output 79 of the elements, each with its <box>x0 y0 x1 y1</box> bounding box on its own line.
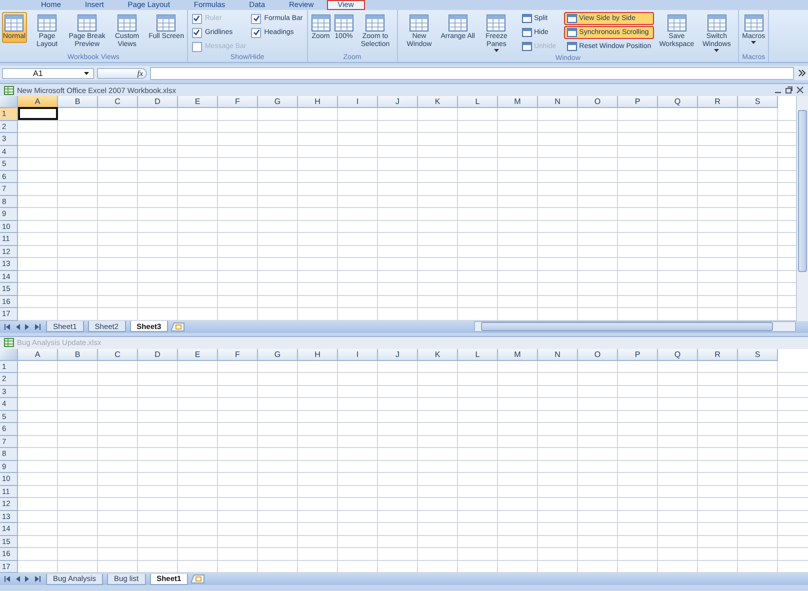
column-header[interactable]: B <box>58 348 98 360</box>
window-icon <box>522 42 532 51</box>
column-header[interactable]: H <box>298 96 338 108</box>
window-icon <box>522 14 532 23</box>
column-header[interactable]: J <box>378 96 418 108</box>
column-header[interactable]: O <box>578 96 618 108</box>
grid-icon <box>486 14 506 32</box>
column-header[interactable]: K <box>418 96 458 108</box>
checkbox[interactable] <box>251 28 262 38</box>
grid-icon <box>117 14 138 32</box>
grid-icon <box>156 14 176 32</box>
grid-icon <box>706 14 727 32</box>
column-header[interactable]: C <box>98 348 138 360</box>
grid-icon <box>365 14 386 32</box>
horizontal-scrollbar[interactable] <box>474 321 796 332</box>
column-header[interactable]: A <box>18 96 58 108</box>
vertical-scrollbar[interactable] <box>796 96 808 320</box>
column-header[interactable]: L <box>458 96 498 108</box>
spreadsheet-icon <box>4 86 14 94</box>
column-header[interactable]: C <box>98 96 138 108</box>
window-icon <box>567 28 578 37</box>
column-header[interactable]: D <box>138 96 178 108</box>
grid-icon <box>310 14 331 32</box>
grid-icon <box>409 14 430 32</box>
formula-input[interactable] <box>150 66 794 80</box>
window-icon <box>567 14 578 23</box>
column-header[interactable]: S <box>738 96 778 108</box>
window-icon <box>522 28 532 37</box>
column-header[interactable]: A <box>18 348 58 360</box>
insert-sheet-icon[interactable] <box>171 322 186 332</box>
column-header[interactable]: M <box>498 96 538 108</box>
column-header[interactable]: I <box>338 96 378 108</box>
name-box[interactable]: A1 <box>2 68 94 78</box>
sheet-nav-icon[interactable] <box>33 575 42 583</box>
column-header[interactable]: O <box>578 348 618 360</box>
column-header[interactable]: P <box>618 348 658 360</box>
column-header[interactable]: R <box>698 96 738 108</box>
grid-icon <box>334 14 354 32</box>
column-header[interactable]: I <box>338 348 378 360</box>
column-header[interactable]: J <box>378 348 418 360</box>
insert-function-button[interactable]: fx <box>97 68 147 78</box>
grid-icon <box>448 14 468 32</box>
column-header[interactable]: E <box>178 348 218 360</box>
grid-icon <box>4 14 24 32</box>
column-header[interactable]: F <box>218 96 258 108</box>
column-header[interactable]: L <box>458 348 498 360</box>
column-header[interactable]: B <box>58 96 98 108</box>
column-header[interactable]: Q <box>658 348 698 360</box>
column-header[interactable]: R <box>698 348 738 360</box>
column-header[interactable]: Q <box>658 96 698 108</box>
column-header[interactable]: F <box>218 348 258 360</box>
sheet-nav-icon[interactable] <box>3 575 12 583</box>
sheet-nav-icon[interactable] <box>3 322 12 330</box>
grid-icon <box>37 14 58 32</box>
spreadsheet-icon <box>4 338 14 347</box>
grid-icon <box>77 14 98 32</box>
checkbox[interactable] <box>251 14 262 24</box>
column-header[interactable]: N <box>538 96 578 108</box>
restore-icon[interactable] <box>785 86 793 94</box>
grid-icon <box>744 14 764 32</box>
column-header[interactable]: G <box>258 96 298 108</box>
column-header[interactable]: P <box>618 96 658 108</box>
column-header[interactable]: E <box>178 96 218 108</box>
column-header[interactable]: H <box>298 348 338 360</box>
column-header[interactable]: M <box>498 348 538 360</box>
checkbox[interactable] <box>192 28 202 38</box>
column-header[interactable]: D <box>138 348 178 360</box>
window-icon <box>567 42 578 51</box>
column-header[interactable]: S <box>738 348 778 360</box>
column-header[interactable]: G <box>258 348 298 360</box>
column-header[interactable]: N <box>538 348 578 360</box>
selected-cell[interactable] <box>18 107 58 120</box>
insert-sheet-icon[interactable] <box>191 574 206 584</box>
sheet-nav-icon[interactable] <box>33 322 42 330</box>
grid-icon <box>666 14 687 32</box>
caret-icon <box>84 72 89 74</box>
column-header[interactable]: K <box>418 348 458 360</box>
close-icon[interactable] <box>796 86 804 94</box>
expand-icon[interactable] <box>798 69 806 77</box>
